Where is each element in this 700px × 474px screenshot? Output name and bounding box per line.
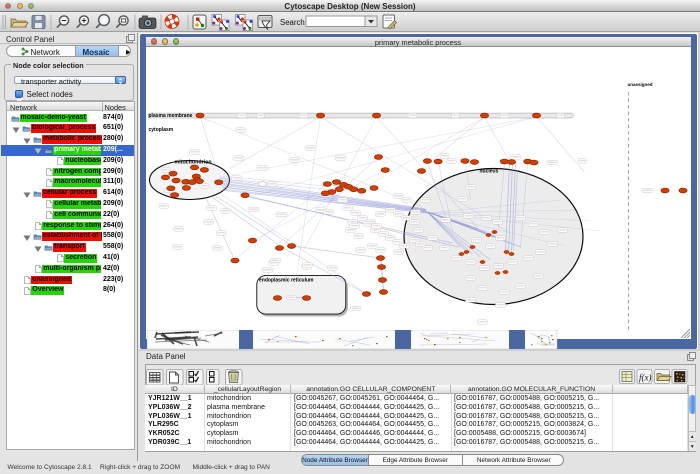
svg-text:cytoplasm: cytoplasm [148,127,173,133]
svg-text:mitochondrion: mitochondrion [174,160,211,166]
svg-text:Search:: Search: [280,18,307,27]
svg-text:plasma membrane: plasma membrane [148,113,192,119]
svg-text:f(x): f(x) [639,373,652,383]
svg-text:nucleus: nucleus [479,169,498,175]
svg-text:unassigned: unassigned [627,82,652,87]
svg-text:endoplasmic reticulum: endoplasmic reticulum [259,278,314,284]
